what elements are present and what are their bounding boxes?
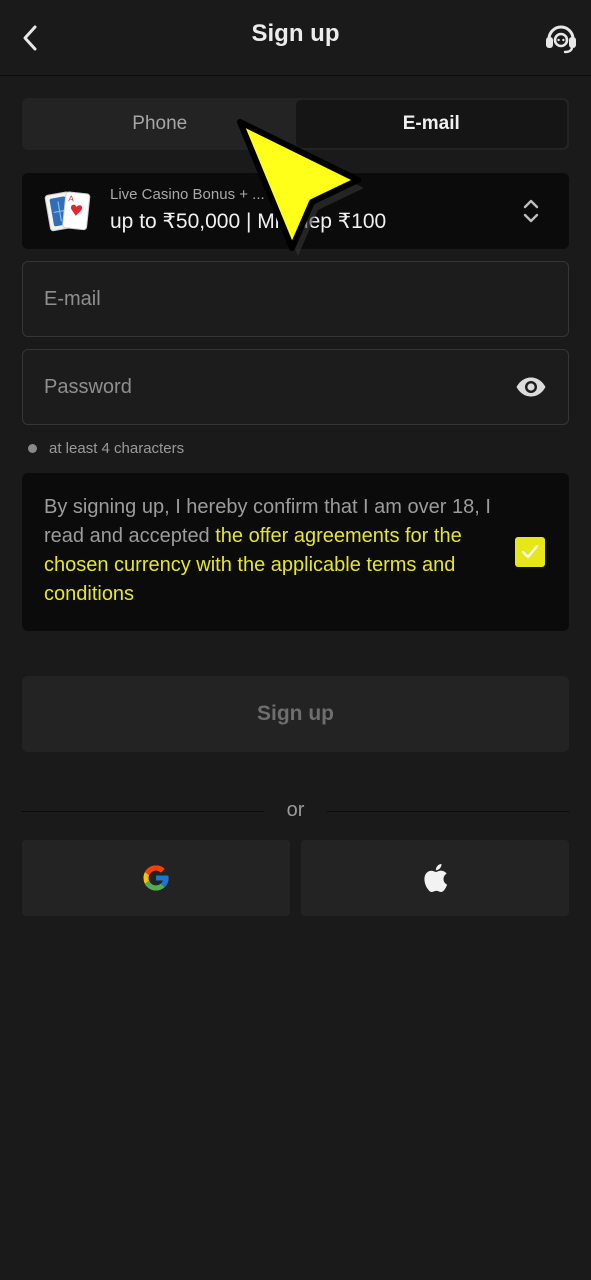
bonus-label: Live Casino Bonus + ...: [110, 186, 265, 203]
registration-method-tabs: Phone E-mail: [22, 98, 569, 150]
terms-text: By signing up, I hereby confirm that I a…: [44, 493, 506, 609]
support-button[interactable]: [541, 18, 581, 58]
chevron-up-down-icon: [523, 199, 539, 223]
email-field-container: [22, 261, 569, 337]
email-input[interactable]: [23, 262, 568, 336]
password-hint: at least 4 characters: [28, 440, 184, 457]
or-divider: or: [22, 797, 569, 827]
password-field-container: [22, 349, 569, 425]
apple-icon: [424, 863, 448, 893]
password-input[interactable]: [23, 350, 568, 424]
terms-panel: By signing up, I hereby confirm that I a…: [22, 473, 569, 631]
tab-phone[interactable]: Phone: [24, 100, 296, 148]
signup-button[interactable]: Sign up: [22, 676, 569, 752]
checkmark-icon: [521, 544, 539, 559]
headset-icon: [546, 25, 576, 54]
bullet-icon: [28, 444, 37, 453]
signup-screen: Sign up Phone E-mail A Live Casino Bonus…: [0, 0, 591, 1280]
eye-icon: [516, 377, 546, 397]
playing-cards-icon: A: [44, 191, 91, 232]
page-title: Sign up: [251, 20, 340, 47]
apple-signin-button[interactable]: [301, 840, 569, 916]
terms-checkbox[interactable]: [515, 537, 545, 567]
google-icon: [143, 865, 169, 891]
show-password-button[interactable]: [514, 372, 548, 402]
tab-email[interactable]: E-mail: [295, 100, 567, 148]
google-signin-button[interactable]: [22, 840, 290, 916]
bonus-value: up to ₹50,000 | Min dep ₹100: [110, 210, 387, 233]
bonus-selector[interactable]: A Live Casino Bonus + ... up to ₹50,000 …: [22, 173, 569, 249]
divider-line-right: [327, 811, 569, 812]
top-bar: Sign up: [0, 0, 591, 76]
password-hint-text: at least 4 characters: [49, 440, 185, 457]
